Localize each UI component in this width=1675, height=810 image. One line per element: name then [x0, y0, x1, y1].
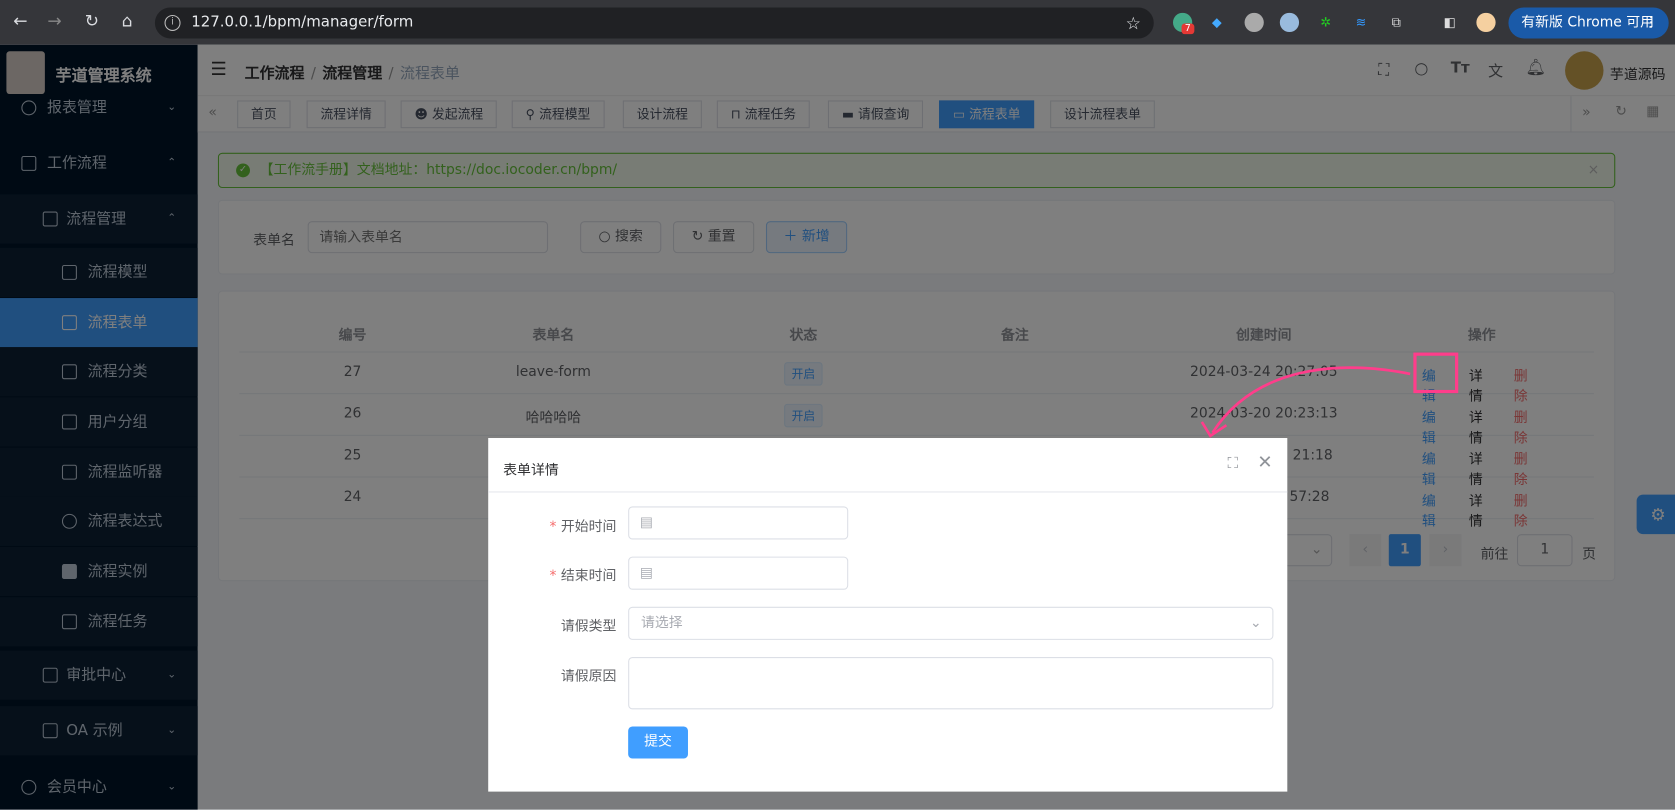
dialog-title: 表单详情: [503, 462, 559, 479]
close-icon[interactable]: ✕: [1257, 452, 1272, 473]
bookmark-star-icon[interactable]: ☆: [1126, 7, 1141, 38]
reload-icon[interactable]: ↻: [80, 11, 104, 31]
forward-icon[interactable]: →: [43, 11, 67, 31]
extension-icon[interactable]: [1279, 12, 1300, 33]
chrome-update-button[interactable]: 有新版 Chrome 可用 ⋮: [1508, 7, 1669, 39]
end-time-picker[interactable]: ▤: [628, 556, 849, 590]
calendar-icon: ▤: [639, 514, 654, 531]
form-detail-dialog: 表单详情 ⛶ ✕ * 开始时间 ▤ * 结束时间 ▤ 请假类型 请选择 ⌄ 请假原…: [488, 438, 1288, 792]
leave-reason-textarea[interactable]: [628, 657, 1274, 710]
more-icon: ⋮: [1644, 14, 1659, 31]
extension-icon[interactable]: [1244, 12, 1264, 33]
address-bar[interactable]: i 127.0.0.1/bpm/manager/form ☆: [154, 7, 1154, 39]
chevron-down-icon: ⌄: [1250, 615, 1262, 632]
home-icon[interactable]: ⌂: [115, 11, 139, 31]
back-icon[interactable]: ←: [9, 11, 33, 31]
sidepanel-icon[interactable]: ◧: [1440, 13, 1459, 32]
extension-badge: 7: [1181, 23, 1195, 35]
start-time-picker[interactable]: ▤: [628, 506, 849, 540]
info-icon[interactable]: i: [164, 14, 181, 31]
browser-toolbar: ← → ↻ ⌂ i 127.0.0.1/bpm/manager/form ☆ 7 ◆…: [0, 0, 1675, 45]
diamond-extension-icon[interactable]: ◆: [1207, 13, 1226, 32]
extension-icon[interactable]: ✲: [1316, 13, 1335, 32]
puzzle-icon[interactable]: ⧉: [1387, 13, 1406, 32]
profile-avatar[interactable]: [1476, 12, 1496, 33]
annotation-arrow: [1200, 366, 1411, 438]
submit-button[interactable]: 提交: [628, 726, 688, 759]
url-text: 127.0.0.1/bpm/manager/form: [191, 13, 414, 31]
leave-type-select[interactable]: 请选择 ⌄: [628, 606, 1274, 640]
extension-icon[interactable]: ≋: [1351, 13, 1370, 32]
fullscreen-icon[interactable]: ⛶: [1227, 455, 1237, 472]
calendar-icon: ▤: [639, 565, 654, 582]
